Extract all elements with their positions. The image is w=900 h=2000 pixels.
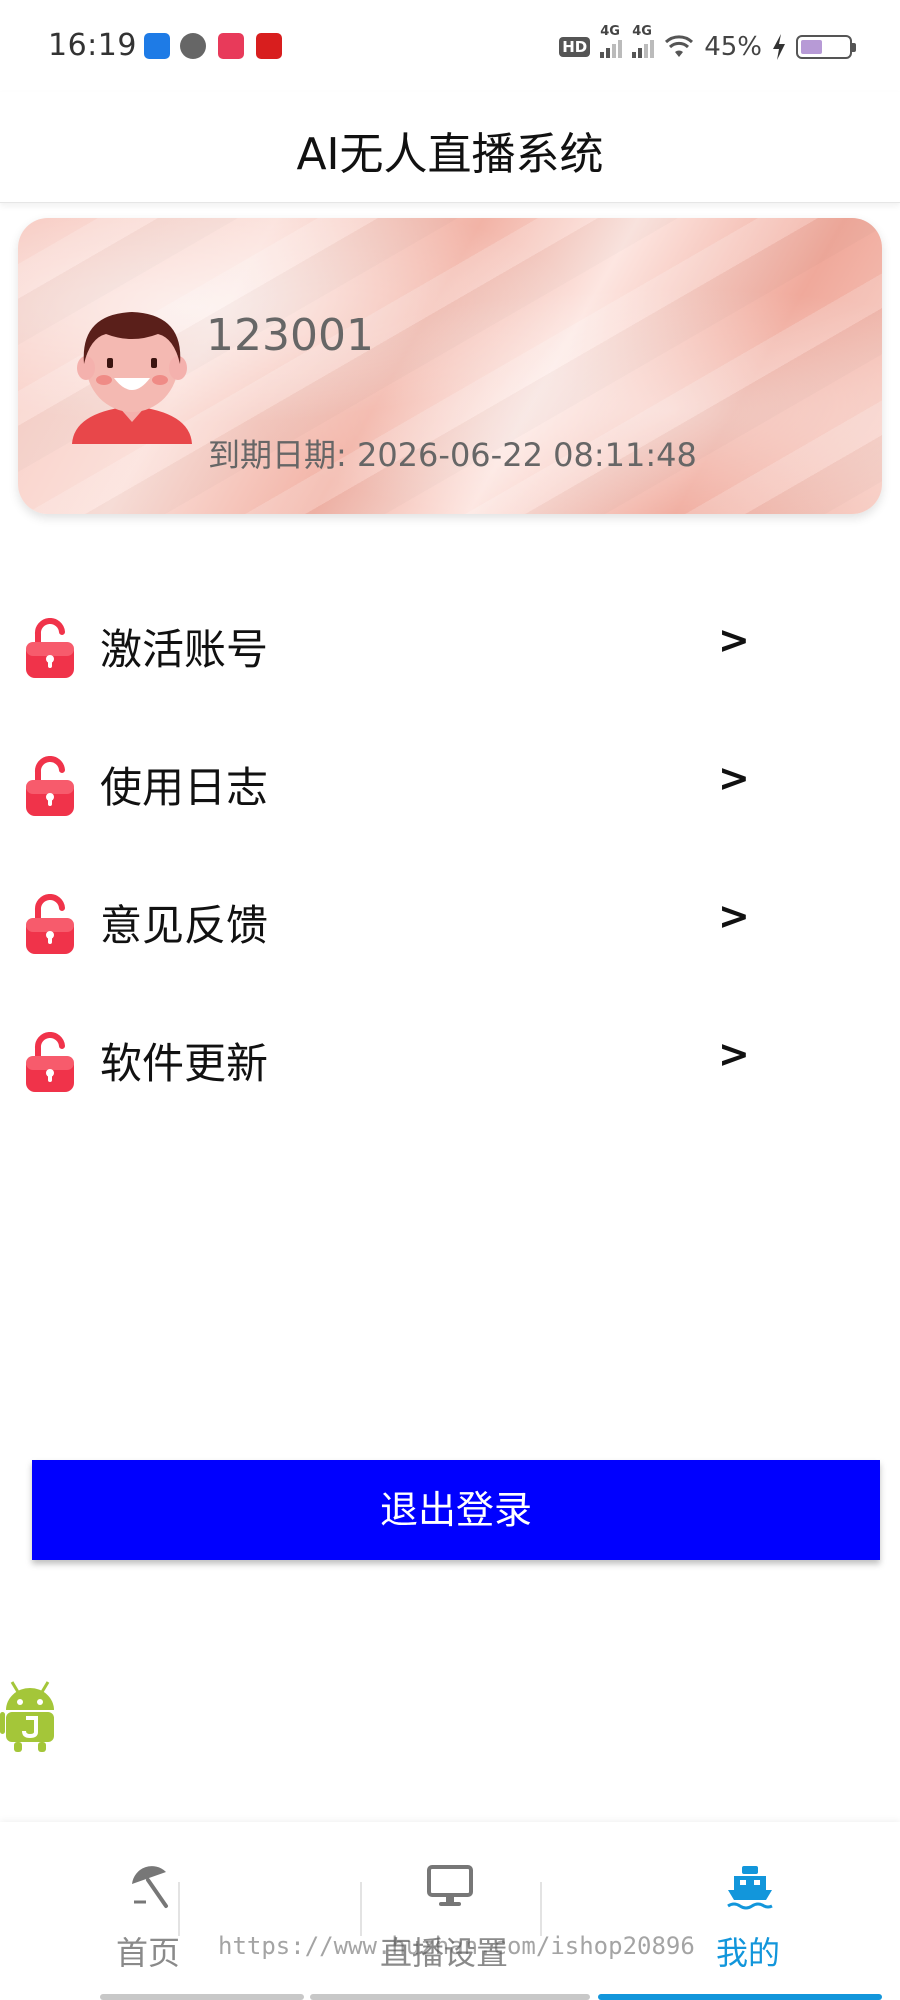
- nav-divider: [178, 1882, 180, 1936]
- menu-item-label: 激活账号: [100, 625, 269, 674]
- tab-live-settings[interactable]: 直播设置: [360, 1822, 540, 2000]
- page-title: AI无人直播系统: [296, 129, 604, 180]
- unlock-icon: [26, 756, 74, 816]
- unlock-icon: [26, 1032, 74, 1092]
- monitor-icon: [427, 1865, 473, 1906]
- signal-icon: 4G: [600, 24, 623, 58]
- bank-icon: [256, 33, 282, 59]
- status-bar: 16:19 HD 4G 4G 45%: [0, 0, 900, 92]
- chevron-right-icon: >: [718, 756, 750, 800]
- app-header: AI无人直播系统: [0, 92, 900, 203]
- tab-indicator: [310, 1994, 590, 2000]
- unlock-icon: [26, 618, 74, 678]
- tab-indicator: [100, 1994, 304, 2000]
- taobao-icon: [218, 33, 244, 59]
- nav-divider: [540, 1882, 542, 1936]
- tab-mine[interactable]: 我的: [660, 1822, 840, 2000]
- bottom-nav: 首页 直播设置 我的: [0, 1822, 900, 2000]
- battery-percent: 45%: [704, 32, 762, 62]
- ship-icon: [727, 1866, 773, 1910]
- battery-icon: [796, 35, 856, 59]
- umbrella-icon: [132, 1866, 168, 1908]
- android-icon[interactable]: [0, 1678, 60, 1752]
- profile-card: 123001 到期日期: 2026-06-22 08:11:48: [18, 218, 882, 514]
- charging-icon: [773, 34, 785, 60]
- expire-date: 到期日期: 2026-06-22 08:11:48: [208, 436, 697, 474]
- network-label: 4G: [600, 24, 620, 39]
- hd-badge: HD: [559, 37, 591, 57]
- message-icon: [180, 33, 206, 59]
- menu-item-usage-log[interactable]: 使用日志 >: [0, 720, 900, 840]
- tab-indicator-active: [598, 1994, 882, 2000]
- unlock-icon: [26, 894, 74, 954]
- battery-fill: [801, 40, 822, 54]
- menu-item-software-update[interactable]: 软件更新 >: [0, 996, 900, 1116]
- menu-item-feedback[interactable]: 意见反馈 >: [0, 858, 900, 978]
- menu-item-label: 意见反馈: [100, 901, 269, 950]
- logout-button[interactable]: 退出登录: [32, 1460, 880, 1560]
- user-id: 123001: [206, 310, 374, 361]
- signal-icon-2: 4G: [632, 24, 655, 58]
- chevron-right-icon: >: [718, 894, 750, 938]
- uc-icon: [144, 33, 170, 59]
- menu-item-label: 软件更新: [100, 1039, 269, 1088]
- chevron-right-icon: >: [718, 618, 750, 662]
- wifi-icon: [665, 35, 694, 57]
- tab-label: 首页: [116, 1934, 181, 1972]
- network-label-2: 4G: [632, 24, 652, 39]
- tab-home[interactable]: 首页: [60, 1822, 240, 2000]
- status-time: 16:19: [48, 28, 137, 63]
- watermark-text: https://www.huzhan.com/ishop20896: [218, 1932, 695, 1960]
- menu-item-label: 使用日志: [100, 763, 269, 812]
- status-indicators: HD 4G 4G 45%: [559, 24, 856, 64]
- chevron-right-icon: >: [718, 1032, 750, 1076]
- avatar: [72, 312, 192, 444]
- tab-label: 我的: [716, 1934, 781, 1972]
- menu-item-activate-account[interactable]: 激活账号 >: [0, 582, 900, 702]
